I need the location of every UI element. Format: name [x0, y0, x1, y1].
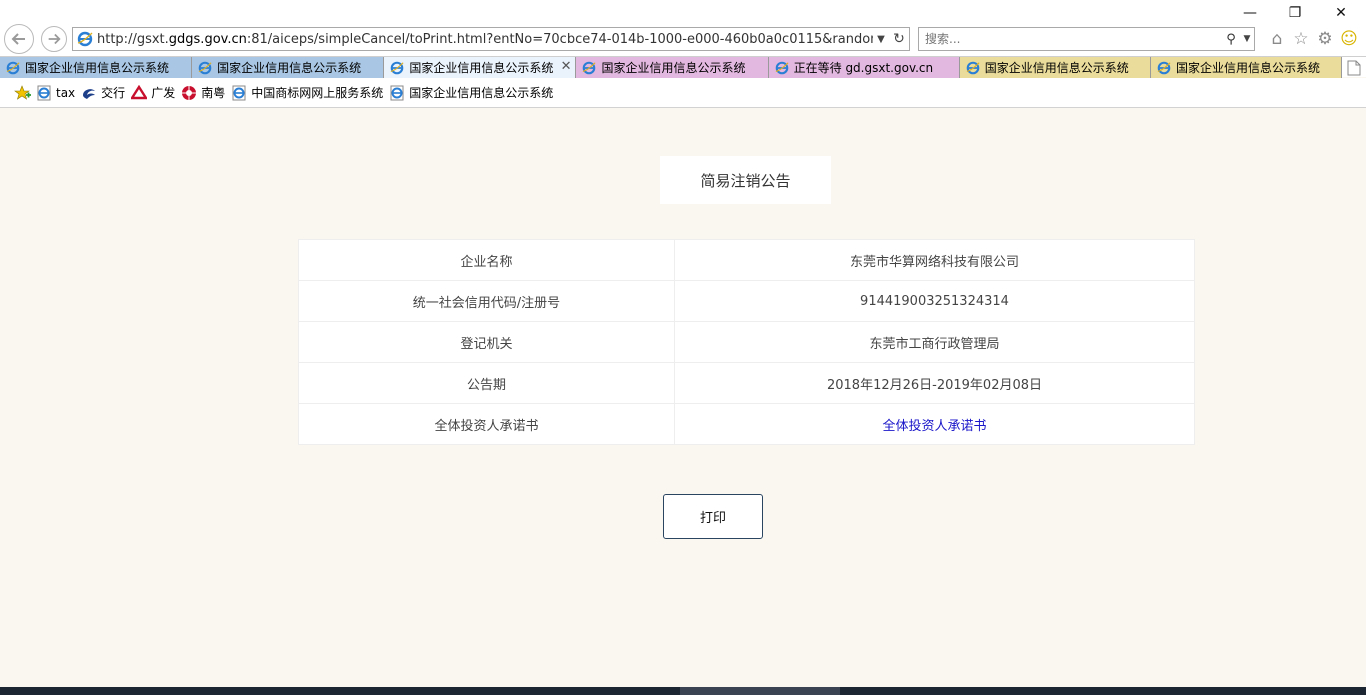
ie-page-icon [966, 61, 980, 74]
favorite-label: 国家企业信用信息公示系统 [409, 86, 554, 100]
table-row: 全体投资人承诺书 全体投资人承诺书 [298, 403, 1195, 445]
ie-page-icon [389, 85, 405, 101]
cgb-logo-icon [131, 84, 148, 101]
tab-label: 国家企业信用信息公示系统 [217, 61, 362, 75]
address-url[interactable]: http://gsxt.gdgs.gov.cn:81/aiceps/simple… [97, 32, 873, 47]
favorites-star-icon[interactable]: ☆ [1290, 28, 1312, 50]
tab[interactable]: 正在等待 gd.gsxt.gov.cn [768, 57, 960, 78]
ie-page-icon [198, 61, 212, 74]
row-label: 登记机关 [298, 321, 675, 363]
table-row: 登记机关 东莞市工商行政管理局 [298, 321, 1195, 363]
address-dropdown-icon[interactable]: ▼ [873, 34, 889, 45]
tab[interactable]: 国家企业信用信息公示系统 [1150, 57, 1343, 78]
row-value: 东莞市工商行政管理局 [674, 321, 1195, 363]
favorite-link[interactable]: 国家企业信用信息公示系统 [389, 84, 553, 101]
close-window-button[interactable]: ✕ [1329, 4, 1353, 22]
favorite-label: tax [56, 85, 76, 100]
row-value: 东莞市华算网络科技有限公司 [674, 239, 1195, 281]
row-label: 统一社会信用代码/注册号 [298, 280, 675, 322]
ie-page-icon [36, 85, 52, 101]
table-row: 统一社会信用代码/注册号 914419003251324314 [298, 280, 1195, 322]
favorite-link[interactable]: 中国商标网网上服务系统 [231, 84, 383, 101]
favorite-label: 中国商标网网上服务系统 [251, 86, 384, 100]
row-label: 全体投资人承诺书 [298, 403, 675, 445]
taskbar-strip [0, 687, 1366, 695]
favorite-link[interactable]: tax [36, 85, 75, 101]
tab[interactable]: 国家企业信用信息公示系统 [192, 57, 385, 78]
row-label: 公告期 [298, 362, 675, 404]
search-box[interactable]: ⚲ ▼ [918, 27, 1255, 51]
tab-label: 国家企业信用信息公示系统 [601, 61, 746, 75]
table-row: 企业名称 东莞市华算网络科技有限公司 [298, 239, 1195, 281]
settings-gear-icon[interactable]: ⚙ [1314, 28, 1336, 50]
print-button[interactable]: 打印 [663, 494, 763, 539]
forward-button[interactable] [41, 26, 67, 52]
tab[interactable]: 国家企业信用信息公示系统 [0, 57, 193, 78]
favorite-link[interactable]: 交行 [81, 84, 125, 101]
ie-page-icon [391, 61, 404, 74]
back-arrow-icon [11, 33, 25, 45]
ie-page-icon [775, 61, 789, 74]
smiley-feedback-icon[interactable]: ☺ [1338, 28, 1360, 50]
favorites-bar: tax 交行 广发 南粤 中国商标网网上服务系统 国家企业信用信息公示系统 [0, 78, 1366, 108]
back-button[interactable] [4, 24, 34, 54]
row-value: 914419003251324314 [674, 280, 1195, 322]
search-dropdown-icon[interactable]: ▼ [1240, 34, 1254, 44]
home-icon[interactable]: ⌂ [1266, 28, 1288, 50]
tab[interactable]: 国家企业信用信息公示系统 [959, 57, 1151, 78]
address-bar[interactable]: http://gsxt.gdgs.gov.cn:81/aiceps/simple… [72, 27, 910, 51]
bocom-logo-icon [81, 85, 97, 101]
page-title: 简易注销公告 [660, 156, 831, 204]
tab-label: 国家企业信用信息公示系统 [1175, 61, 1320, 75]
tab-label: 正在等待 gd.gsxt.gov.cn [793, 61, 934, 75]
page-content: 简易注销公告 企业名称 东莞市华算网络科技有限公司 统一社会信用代码/注册号 9144… [0, 109, 1366, 687]
close-tab-icon[interactable]: ✕ [561, 59, 572, 74]
favorite-link[interactable]: 南粤 [181, 84, 225, 101]
tab-label: 国家企业信用信息公示系统 [409, 61, 554, 75]
tab-label: 国家企业信用信息公示系统 [25, 61, 170, 75]
search-icon[interactable]: ⚲ [1222, 32, 1240, 47]
favorite-label: 交行 [101, 86, 126, 100]
tab[interactable]: 国家企业信用信息公示系统 [576, 57, 769, 78]
navigation-bar: http://gsxt.gdgs.gov.cn:81/aiceps/simple… [0, 22, 1366, 56]
restore-button[interactable]: ❐ [1283, 4, 1307, 22]
ie-page-icon [6, 61, 20, 74]
add-favorites-icon[interactable] [14, 84, 32, 101]
forward-arrow-icon [48, 33, 61, 45]
new-tab-button[interactable] [1342, 57, 1366, 78]
tab-bar: 国家企业信用信息公示系统 国家企业信用信息公示系统 国家企业信用信息公示系统 ✕ 国家企… [0, 56, 1366, 78]
new-tab-icon [1347, 60, 1361, 75]
minimize-button[interactable]: — [1238, 4, 1262, 22]
favorite-label: 南粤 [201, 86, 226, 100]
notice-info-table: 企业名称 东莞市华算网络科技有限公司 统一社会信用代码/注册号 91441900325… [298, 239, 1195, 445]
row-value: 全体投资人承诺书 [674, 403, 1195, 445]
ie-page-icon [1157, 61, 1171, 74]
nanyue-logo-icon [181, 85, 197, 101]
refresh-icon[interactable]: ↻ [889, 31, 909, 47]
tab-active[interactable]: 国家企业信用信息公示系统 ✕ [384, 57, 577, 78]
tab-label: 国家企业信用信息公示系统 [984, 61, 1129, 75]
table-row: 公告期 2018年12月26日-2019年02月08日 [298, 362, 1195, 404]
favorite-link[interactable]: 广发 [131, 84, 175, 101]
row-value: 2018年12月26日-2019年02月08日 [674, 362, 1195, 404]
row-label: 企业名称 [298, 239, 675, 281]
ie-page-icon [77, 31, 93, 47]
search-input[interactable] [919, 32, 1222, 46]
investor-commitment-link[interactable]: 全体投资人承诺书 [882, 419, 986, 434]
ie-page-icon [583, 61, 596, 74]
favorite-label: 广发 [151, 86, 176, 100]
taskbar-segment [680, 687, 840, 695]
ie-page-icon [231, 85, 247, 101]
